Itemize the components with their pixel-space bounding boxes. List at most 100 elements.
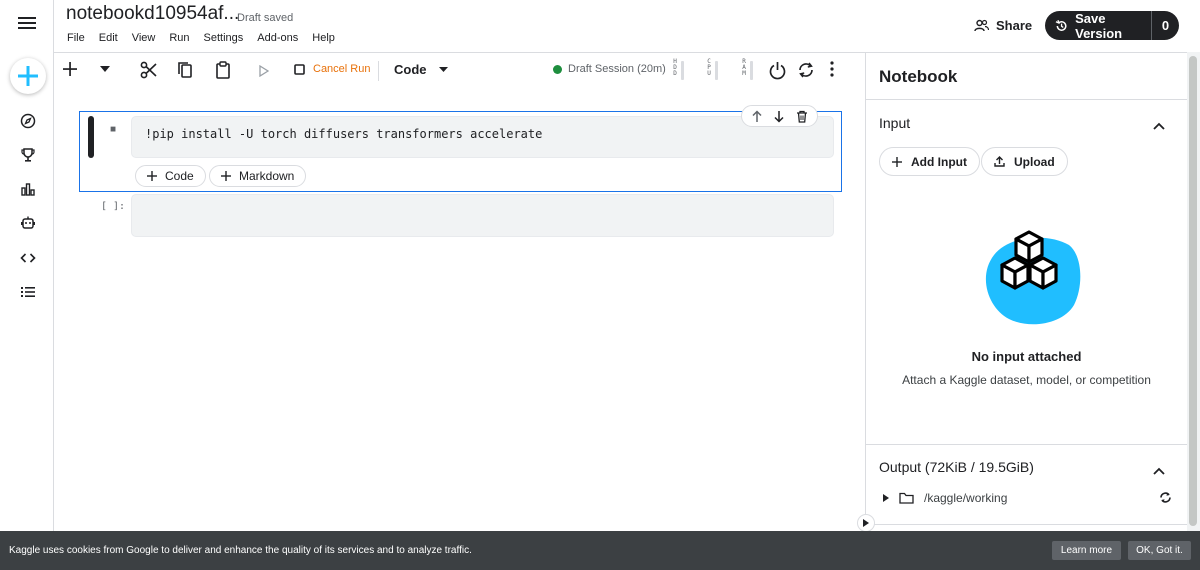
move-up-icon[interactable] [751, 109, 763, 123]
toolbar-divider [378, 61, 379, 81]
upload-button[interactable]: Upload [981, 147, 1068, 176]
collapse-panel-button[interactable] [857, 514, 875, 532]
output-folder-row[interactable]: /kaggle/working [883, 491, 1007, 505]
cpu-meter[interactable]: CPU [705, 59, 721, 83]
stop-icon [294, 63, 305, 75]
code-text[interactable]: !pip install -U torch diffusers transfor… [145, 127, 542, 141]
create-button[interactable] [10, 58, 46, 94]
cell-selection-bar [88, 116, 94, 158]
cpu-meter-label: CPU [707, 58, 711, 77]
notebook-title[interactable]: notebookd10954af... [66, 3, 239, 25]
cancel-run-button[interactable]: Cancel Run [294, 63, 370, 75]
version-count[interactable]: 0 [1151, 11, 1179, 40]
empty-input-title: No input attached [971, 349, 1082, 364]
cancel-run-label: Cancel Run [313, 63, 371, 75]
save-version-button[interactable]: Save Version 0 [1045, 11, 1179, 40]
add-markdown-label: Markdown [239, 169, 295, 183]
add-input-label: Add Input [911, 154, 967, 169]
list-icon[interactable] [17, 281, 39, 303]
copy-icon[interactable] [177, 61, 193, 79]
menu-edit[interactable]: Edit [99, 32, 118, 44]
delete-icon[interactable] [796, 110, 808, 123]
more-options-icon[interactable] [829, 61, 835, 77]
cell-execution-count: [ ]: [101, 201, 126, 212]
plus-icon [18, 66, 38, 86]
save-version-label: Save Version [1075, 11, 1123, 40]
notebook-toolbar: Cancel Run Code Draft Session (20m) HDD … [54, 52, 865, 88]
ram-meter[interactable]: RAM [740, 59, 756, 83]
models-icon[interactable] [17, 212, 39, 234]
panel-title: Notebook [879, 67, 958, 86]
upload-icon [994, 156, 1005, 167]
cell-run-indicator: ■ [110, 124, 117, 135]
panel-scrollbar[interactable] [1187, 52, 1200, 531]
power-icon[interactable] [768, 61, 787, 80]
menu-icon[interactable] [18, 15, 36, 36]
plus-icon [221, 171, 231, 181]
scrollbar-thumb[interactable] [1189, 56, 1197, 526]
caret-right-icon [863, 519, 869, 527]
history-icon [1055, 19, 1067, 31]
menu-bar: File Edit View Run Settings Add-ons Help [67, 32, 349, 44]
trophy-icon[interactable] [17, 144, 39, 166]
move-down-icon[interactable] [773, 110, 785, 123]
cookie-text: Kaggle uses cookies from Google to deliv… [9, 545, 472, 556]
refresh-icon[interactable] [1159, 491, 1172, 509]
upload-label: Upload [1014, 154, 1055, 169]
datasets-icon[interactable] [17, 178, 39, 200]
output-section-title[interactable]: Output (72KiB / 19.5GiB) [879, 459, 1034, 475]
code-cell-selected[interactable]: ■ !pip install -U torch diffusers transf… [79, 105, 842, 192]
plus-icon [892, 156, 902, 167]
divider [866, 99, 1187, 100]
learn-more-button[interactable]: Learn more [1052, 541, 1121, 560]
code-editor-empty[interactable] [131, 194, 834, 237]
ram-meter-label: RAM [742, 58, 746, 77]
paste-icon[interactable] [215, 61, 231, 79]
session-label: Draft Session (20m) [568, 63, 666, 75]
hdd-meter-label: HDD [673, 58, 677, 77]
output-path: /kaggle/working [924, 491, 1008, 505]
menu-view[interactable]: View [132, 32, 156, 44]
caret-right-icon[interactable] [883, 494, 889, 502]
cell-type-value: Code [394, 62, 427, 77]
restart-icon[interactable] [797, 61, 815, 79]
add-cell-icon[interactable] [62, 61, 78, 77]
session-status[interactable]: Draft Session (20m) [553, 63, 666, 75]
run-icon[interactable] [259, 65, 269, 77]
share-button[interactable]: Share [968, 12, 1038, 38]
hdd-meter-bar [681, 61, 684, 80]
add-input-button[interactable]: Add Input [879, 147, 980, 176]
cell-type-select[interactable]: Code [394, 62, 448, 77]
people-icon [974, 19, 989, 31]
add-code-label: Code [165, 169, 194, 183]
add-markdown-cell-button[interactable]: Markdown [209, 165, 307, 187]
empty-input-subtitle: Attach a Kaggle dataset, model, or compe… [902, 373, 1151, 387]
cookie-banner: Kaggle uses cookies from Google to deliv… [0, 531, 1200, 570]
chevron-up-icon[interactable] [1153, 117, 1165, 135]
menu-file[interactable]: File [67, 32, 85, 44]
menu-settings[interactable]: Settings [204, 32, 244, 44]
input-section-title[interactable]: Input [879, 115, 910, 131]
plus-icon [147, 171, 157, 181]
compass-icon[interactable] [17, 110, 39, 132]
ram-meter-bar [750, 61, 753, 80]
divider [866, 444, 1187, 445]
add-code-cell-button[interactable]: Code [135, 165, 206, 187]
notebook-side-panel: Notebook Input Add Input Upload No input… [865, 52, 1200, 531]
divider [866, 524, 1187, 525]
chevron-up-icon[interactable] [1153, 462, 1165, 480]
code-icon[interactable] [17, 247, 39, 269]
scissors-icon[interactable] [140, 61, 158, 79]
code-editor[interactable]: !pip install -U torch diffusers transfor… [131, 116, 834, 158]
menu-run[interactable]: Run [169, 32, 189, 44]
chevron-down-icon [438, 67, 448, 72]
hdd-meter[interactable]: HDD [671, 59, 687, 83]
share-label: Share [996, 17, 1033, 33]
add-cell-dropdown-icon[interactable] [100, 66, 110, 72]
ok-got-it-button[interactable]: OK, Got it. [1128, 541, 1191, 560]
save-status: Draft saved [237, 12, 294, 24]
menu-help[interactable]: Help [312, 32, 335, 44]
cpu-meter-bar [715, 61, 718, 80]
session-status-dot [553, 64, 562, 74]
menu-add-ons[interactable]: Add-ons [257, 32, 298, 44]
